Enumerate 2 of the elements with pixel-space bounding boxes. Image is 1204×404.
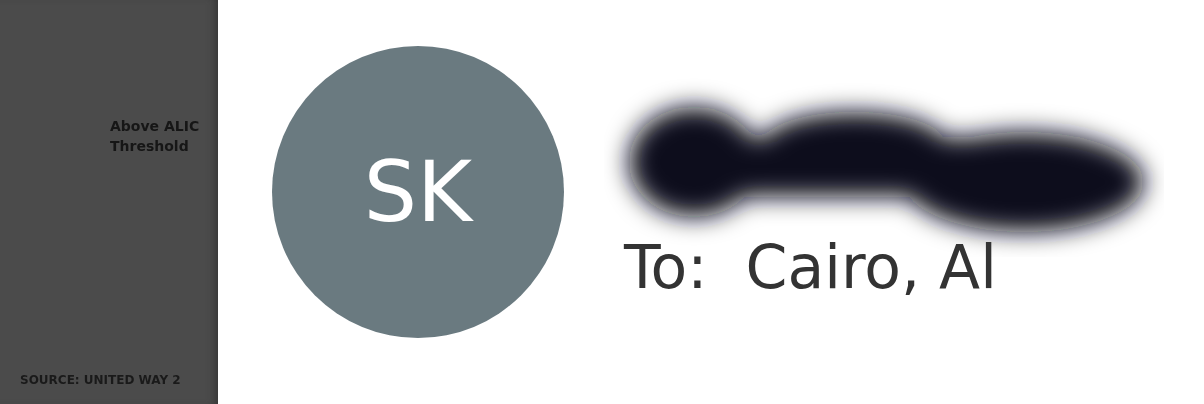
avatar: SK [272, 46, 564, 338]
recipient-line: To: Cairo, Al [624, 231, 998, 304]
